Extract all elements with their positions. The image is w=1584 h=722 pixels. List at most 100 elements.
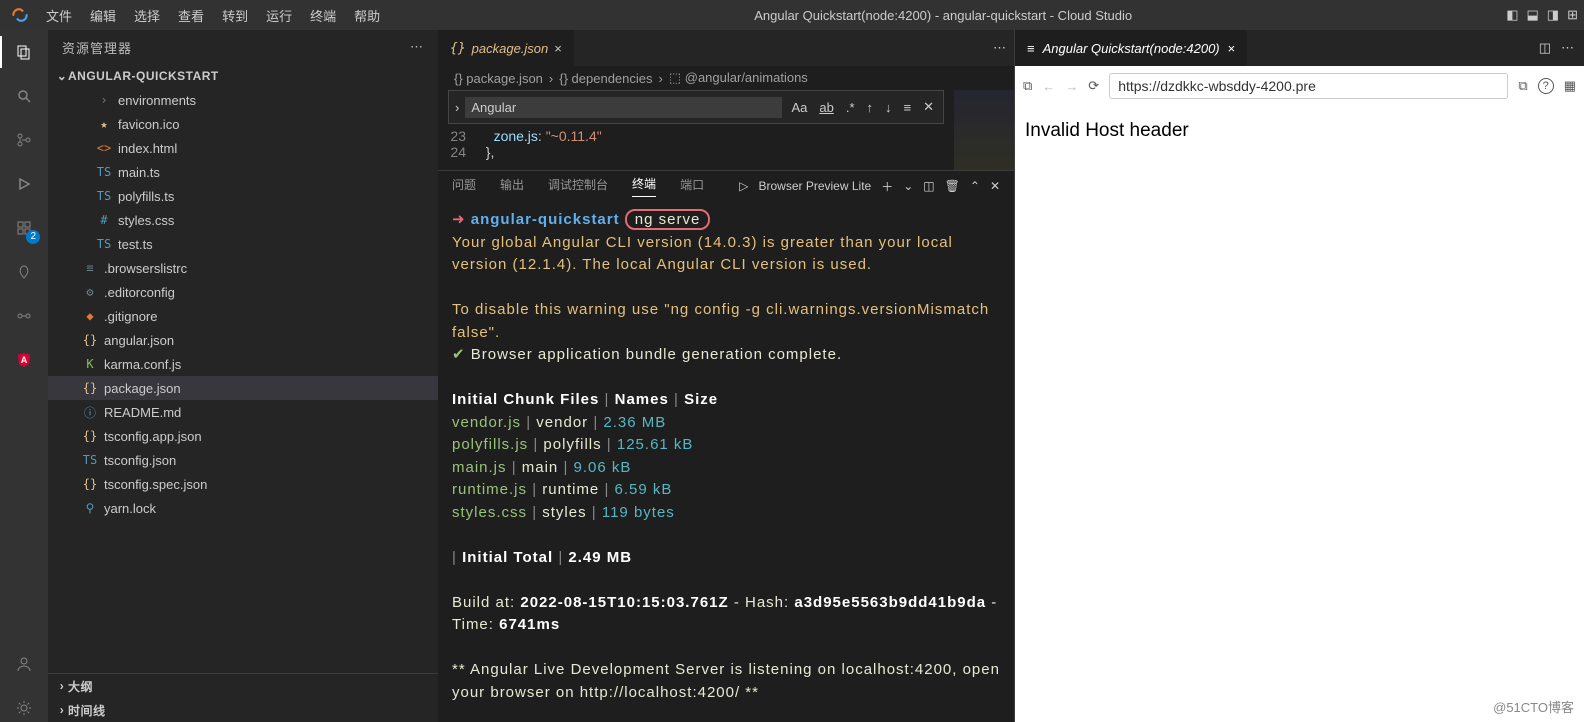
timeline-label: 时间线 <box>68 702 106 719</box>
panel-tab[interactable]: 端口 <box>680 176 704 197</box>
file-item[interactable]: {}tsconfig.app.json <box>48 424 438 448</box>
outline-section[interactable]: ›大纲 <box>48 674 438 698</box>
panel-tab[interactable]: 输出 <box>500 176 524 197</box>
rocket-icon[interactable] <box>10 258 38 286</box>
split-editor-icon[interactable]: ◫ <box>1539 40 1551 56</box>
menu-item[interactable]: 选择 <box>134 6 160 25</box>
file-item[interactable]: ⓘREADME.md <box>48 400 438 424</box>
file-item[interactable]: <>index.html <box>48 136 438 160</box>
layout-left-icon[interactable]: ◧ <box>1506 7 1518 23</box>
file-item[interactable]: ⚙.editorconfig <box>48 280 438 304</box>
settings-icon[interactable] <box>10 694 38 722</box>
breadcrumb-item[interactable]: ⬚ @angular/animations <box>669 70 808 86</box>
breadcrumb-item[interactable]: {} dependencies <box>559 71 652 86</box>
url-input[interactable] <box>1109 73 1508 99</box>
browser-preview-icon[interactable]: ▷ <box>739 179 748 193</box>
remote-icon[interactable] <box>10 302 38 330</box>
search-icon[interactable] <box>10 82 38 110</box>
menu-item[interactable]: 查看 <box>178 6 204 25</box>
menu-item[interactable]: 转到 <box>222 6 248 25</box>
file-icon: TS <box>96 237 112 251</box>
panel-tab[interactable]: 终端 <box>632 175 656 197</box>
explorer-icon[interactable] <box>10 38 38 66</box>
menu-item[interactable]: 终端 <box>310 6 336 25</box>
panel-tab[interactable]: 调试控制台 <box>548 176 608 197</box>
timeline-section[interactable]: ›时间线 <box>48 698 438 722</box>
extensions-icon[interactable]: 2 <box>10 214 38 242</box>
chevron-right-icon: › <box>549 71 553 86</box>
layout-right-icon[interactable]: ◨ <box>1547 7 1559 23</box>
file-icon: ≡ <box>82 261 98 275</box>
file-item[interactable]: {}tsconfig.spec.json <box>48 472 438 496</box>
layout-bottom-icon[interactable]: ⬓ <box>1527 7 1539 23</box>
code-content[interactable]: 23 zone.js: "~0.11.4" 24 }, <box>438 128 602 160</box>
menu-item[interactable]: 帮助 <box>354 6 380 25</box>
file-item[interactable]: TSpolyfills.ts <box>48 184 438 208</box>
breadcrumb-item[interactable]: {} package.json <box>454 71 543 86</box>
sidebar-more-icon[interactable]: ⋯ <box>410 39 424 55</box>
terminal-output[interactable]: ➜ angular-quickstart ng serveYour global… <box>438 201 1014 722</box>
preview-tab[interactable]: ≡ Angular Quickstart(node:4200) × <box>1015 30 1247 66</box>
chevron-right-icon[interactable]: › <box>455 100 459 115</box>
help-icon[interactable]: ? <box>1538 78 1554 94</box>
trash-icon[interactable]: 🗑 <box>945 179 960 193</box>
file-icon: ★ <box>96 117 112 131</box>
preview-tabs: ≡ Angular Quickstart(node:4200) × ◫ ⋯ <box>1015 30 1584 66</box>
match-case-icon[interactable]: Aa <box>788 100 810 115</box>
find-input[interactable] <box>465 97 782 118</box>
qr-icon[interactable]: ▦ <box>1564 78 1576 94</box>
panel-toolbar: ▷ Browser Preview Lite ＋ ⌄ ◫ 🗑 ⌃ ✕ <box>739 178 1000 195</box>
menu-item[interactable]: 编辑 <box>90 6 116 25</box>
file-item[interactable]: Kkarma.conf.js <box>48 352 438 376</box>
file-label: polyfills.ts <box>118 189 174 204</box>
regex-icon[interactable]: .​* <box>843 100 858 115</box>
open-external-icon[interactable]: ⧉ <box>1023 78 1032 94</box>
file-item[interactable]: TStest.ts <box>48 232 438 256</box>
file-item[interactable]: ≡.browserslistrc <box>48 256 438 280</box>
close-find-icon[interactable]: ✕ <box>920 99 937 115</box>
folder-header[interactable]: ⌄ ANGULAR-QUICKSTART <box>48 64 438 88</box>
menu-item[interactable]: 运行 <box>266 6 292 25</box>
more-icon[interactable]: ⋯ <box>1561 40 1574 56</box>
file-label: angular.json <box>104 333 174 348</box>
menu-item[interactable]: 文件 <box>46 6 72 25</box>
split-icon[interactable]: ◫ <box>923 179 934 193</box>
next-match-icon[interactable]: ↓ <box>882 100 895 115</box>
source-control-icon[interactable] <box>10 126 38 154</box>
tab-more-icon[interactable]: ⋯ <box>993 40 1006 56</box>
run-debug-icon[interactable] <box>10 170 38 198</box>
file-item[interactable]: ⚲yarn.lock <box>48 496 438 520</box>
chevron-down-icon[interactable]: ⌄ <box>903 179 913 193</box>
close-icon[interactable]: × <box>1228 41 1236 56</box>
chevron-up-icon[interactable]: ⌃ <box>970 179 980 193</box>
file-item[interactable]: {}package.json <box>48 376 438 400</box>
file-label: tsconfig.json <box>104 453 176 468</box>
close-icon[interactable]: × <box>554 41 562 56</box>
forward-icon[interactable]: → <box>1065 79 1078 94</box>
panel-tab[interactable]: 问题 <box>452 176 476 197</box>
close-panel-icon[interactable]: ✕ <box>990 179 1000 193</box>
reload-icon[interactable]: ⟳ <box>1088 78 1099 94</box>
back-icon[interactable]: ← <box>1042 79 1055 94</box>
minimap[interactable] <box>954 90 1014 170</box>
tab-package-json[interactable]: {} package.json × <box>438 30 575 66</box>
file-item[interactable]: ›environments <box>48 88 438 112</box>
file-item[interactable]: TStsconfig.json <box>48 448 438 472</box>
angular-icon[interactable]: A <box>10 346 38 374</box>
chevron-right-icon: › <box>56 703 68 717</box>
file-item[interactable]: {}angular.json <box>48 328 438 352</box>
file-item[interactable]: #styles.css <box>48 208 438 232</box>
new-terminal-icon[interactable]: ＋ <box>881 178 893 195</box>
file-label: package.json <box>104 381 181 396</box>
file-item[interactable]: ★favicon.ico <box>48 112 438 136</box>
file-item[interactable]: TSmain.ts <box>48 160 438 184</box>
find-selection-icon[interactable]: ≡ <box>901 100 915 115</box>
match-word-icon[interactable]: ab <box>816 100 836 115</box>
prev-match-icon[interactable]: ↑ <box>864 100 877 115</box>
file-item[interactable]: ◆.gitignore <box>48 304 438 328</box>
account-icon[interactable] <box>10 650 38 678</box>
editor-area: {} package.json × ⋯ {} package.json › {} d… <box>438 30 1014 722</box>
breadcrumb[interactable]: {} package.json›{} dependencies›⬚ @angul… <box>438 66 1014 90</box>
devices-icon[interactable]: ⧉ <box>1518 78 1527 94</box>
layout-grid-icon[interactable]: ⊞ <box>1567 7 1578 23</box>
